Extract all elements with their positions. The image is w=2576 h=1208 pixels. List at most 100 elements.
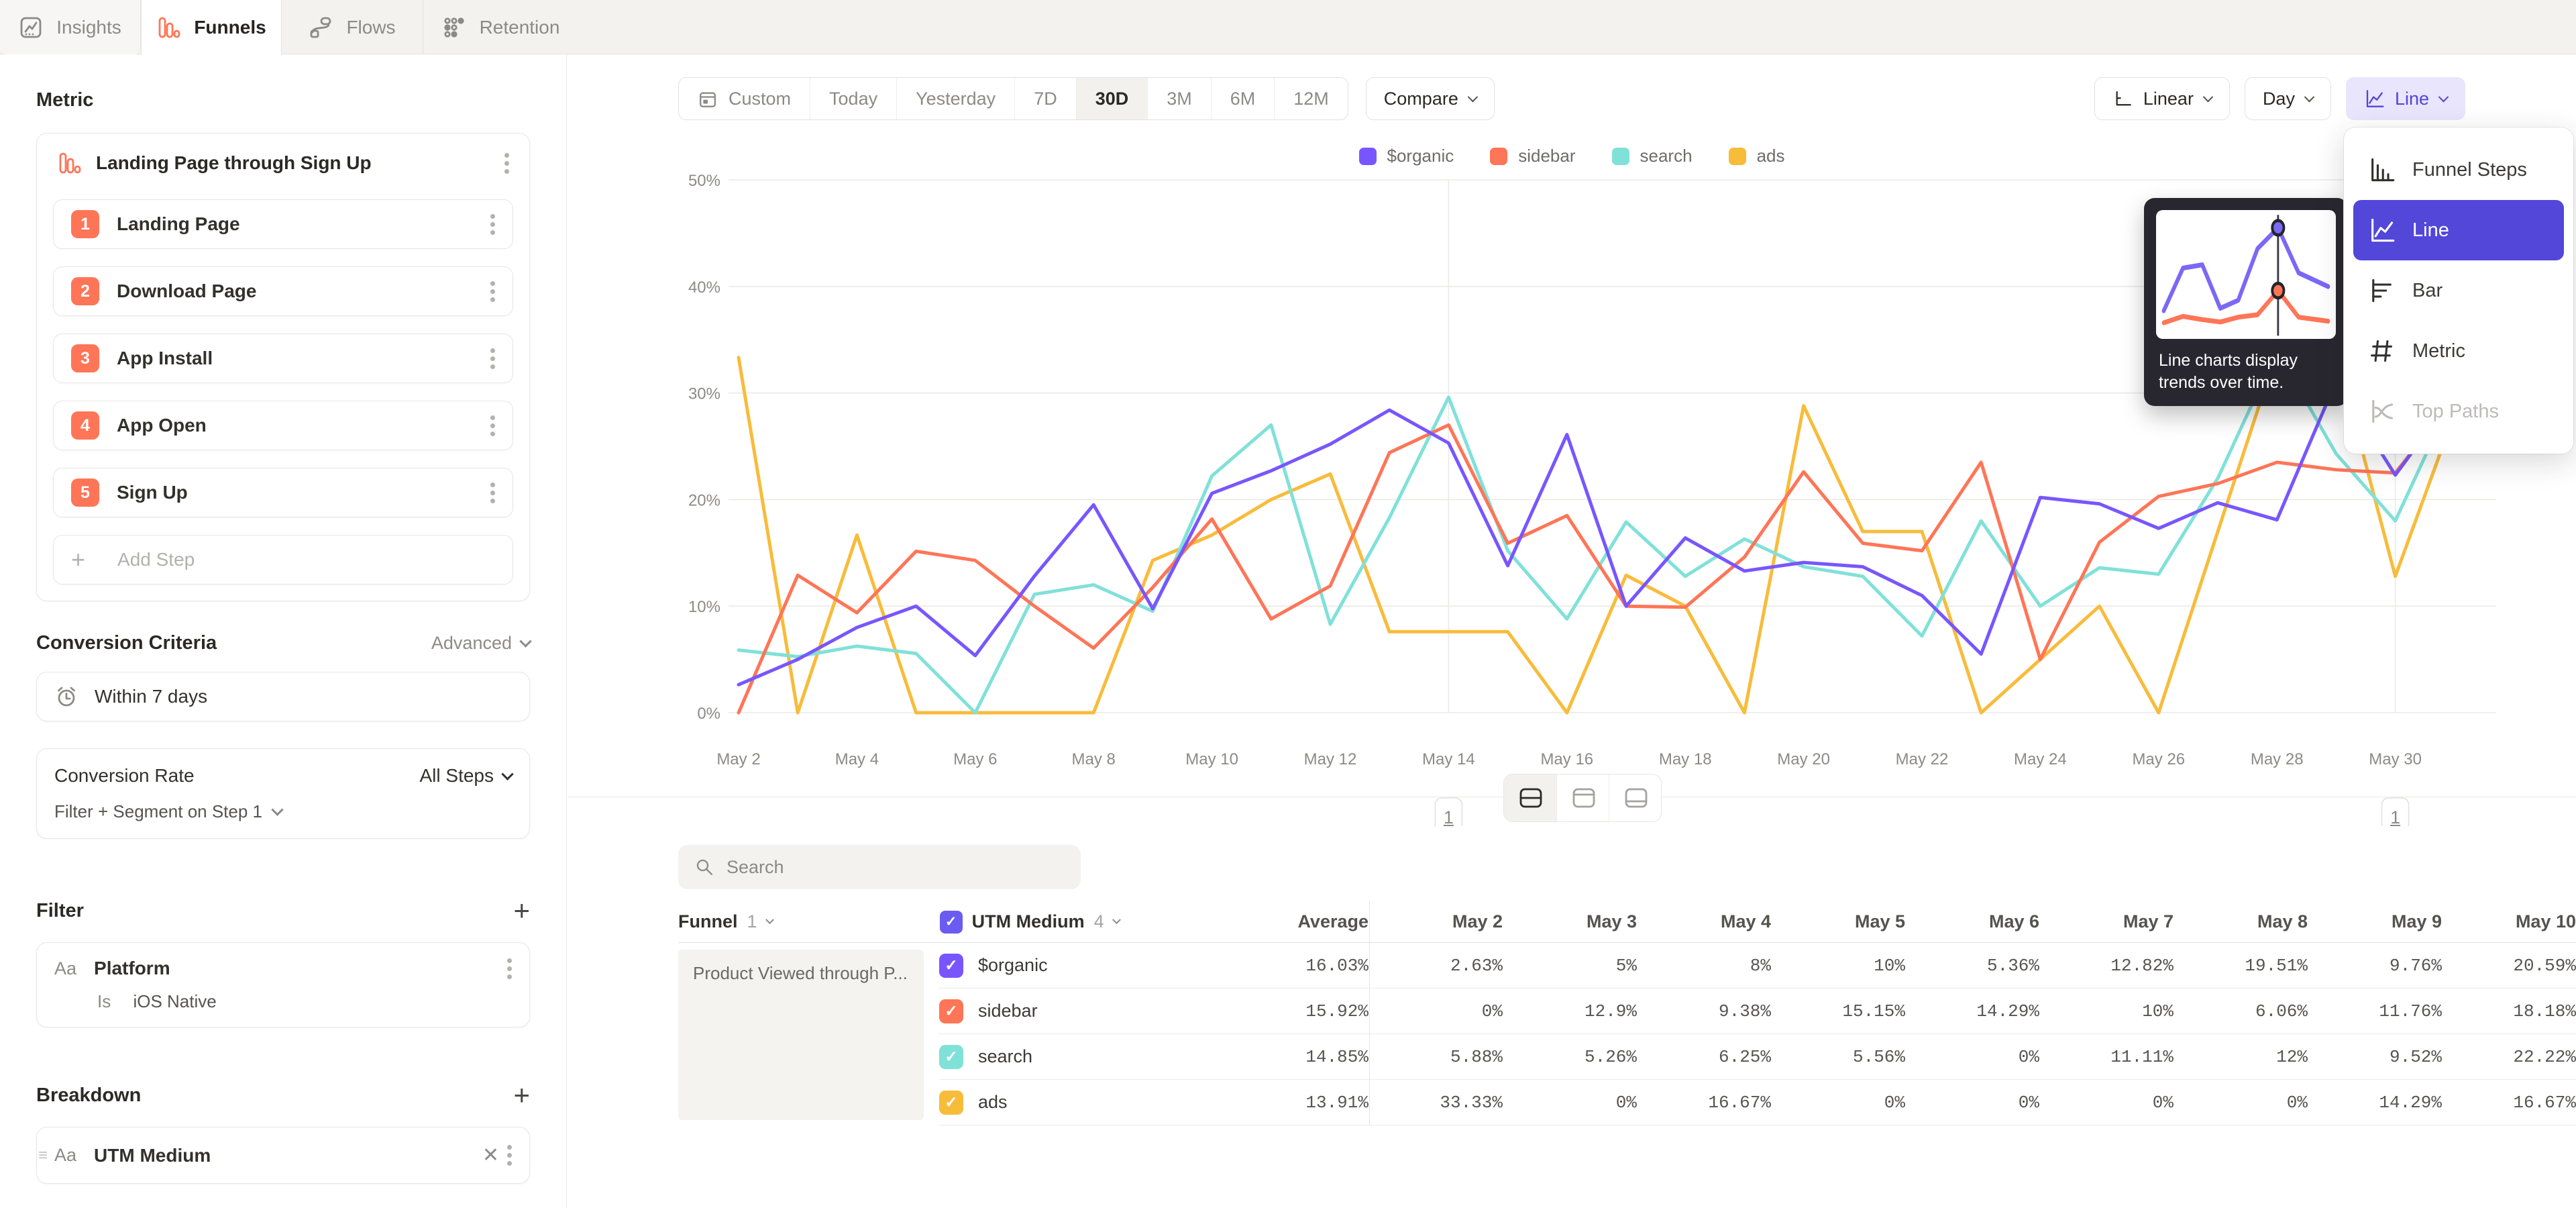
compare-button[interactable]: Compare <box>1366 77 1495 120</box>
menu-item-funnel-steps[interactable]: Funnel Steps <box>2353 140 2564 200</box>
range-option-30d[interactable]: 30D <box>1076 78 1148 119</box>
line-chart-icon <box>2364 89 2384 109</box>
date-column-header[interactable]: May 5 <box>1771 911 1905 932</box>
layout-toggle-chart-only[interactable] <box>1556 774 1609 821</box>
range-option-today[interactable]: Today <box>810 78 896 119</box>
remove-breakdown-icon[interactable]: ✕ <box>482 1144 499 1167</box>
metric-card-header[interactable]: Landing Page through Sign Up <box>53 151 513 182</box>
funnel-cell[interactable]: Product Viewed through P... <box>678 950 924 1120</box>
table-row-search[interactable]: ✓search14.85%5.88%5.26%6.25%5.56%0%11.11… <box>939 1034 2576 1080</box>
tab-insights[interactable]: Insights <box>0 0 141 54</box>
row-checkbox[interactable]: ✓ <box>939 1091 963 1115</box>
segment-dropdown[interactable]: Filter + Segment on Step 1 <box>54 801 512 822</box>
all-steps-dropdown[interactable]: All Steps <box>420 765 513 787</box>
add-breakdown-button[interactable]: + <box>513 1081 530 1109</box>
kebab-menu-icon[interactable] <box>507 966 512 971</box>
menu-item-line[interactable]: Line <box>2353 200 2564 260</box>
kebab-menu-icon[interactable] <box>490 289 495 294</box>
series-line-sidebar[interactable] <box>739 399 2455 713</box>
conversion-criteria-label: Conversion Criteria <box>36 632 217 654</box>
tab-flows[interactable]: Flows <box>282 0 423 54</box>
kebab-menu-icon[interactable] <box>490 423 495 428</box>
svg-text:50%: 50% <box>688 172 720 190</box>
range-option-6m[interactable]: 6M <box>1211 78 1275 119</box>
funnel-header-label: Funnel <box>678 911 738 932</box>
range-option-7d[interactable]: 7D <box>1014 78 1076 119</box>
select-all-checkbox[interactable]: ✓ <box>940 911 963 934</box>
filter-operator[interactable]: Is <box>97 991 111 1011</box>
kebab-menu-icon[interactable] <box>490 222 495 227</box>
row-checkbox[interactable]: ✓ <box>939 999 963 1023</box>
breakdown-utm-card[interactable]: ≡ Aa UTM Medium ✕ <box>36 1127 530 1184</box>
filter-platform-card[interactable]: Aa Platform Is iOS Native <box>36 942 530 1027</box>
menu-item-metric[interactable]: Metric <box>2353 321 2564 381</box>
funnel-step-1[interactable]: 1Landing Page <box>53 199 513 249</box>
conversion-window-card[interactable]: Within 7 days <box>36 672 530 721</box>
legend-item-organic[interactable]: $organic <box>1359 146 1454 166</box>
date-column-header[interactable]: May 8 <box>2174 911 2308 932</box>
add-step-button[interactable]: + Add Step <box>53 535 513 585</box>
scale-dropdown[interactable]: Linear <box>2094 77 2230 120</box>
interval-dropdown[interactable]: Day <box>2245 77 2331 120</box>
drag-handle-icon[interactable]: ≡ <box>38 1146 46 1165</box>
row-checkbox[interactable]: ✓ <box>939 954 963 978</box>
date-column-header[interactable]: May 10 <box>2442 911 2576 932</box>
kebab-menu-icon[interactable] <box>507 1153 512 1158</box>
metric-heading-label: Metric <box>36 89 93 111</box>
range-option-yesterday[interactable]: Yesterday <box>896 78 1014 119</box>
average-value: 15.92% <box>1167 1001 1368 1021</box>
funnel-step-5[interactable]: 5Sign Up <box>53 468 513 517</box>
range-option-3m[interactable]: 3M <box>1147 78 1211 119</box>
search-input[interactable] <box>727 857 1065 878</box>
cell-value: 15.15% <box>1771 1001 1905 1021</box>
menu-item-bar[interactable]: Bar <box>2353 260 2564 321</box>
cell-value: 9.52% <box>2308 1047 2442 1067</box>
metric-icon <box>2368 338 2395 364</box>
legend-item-sidebar[interactable]: sidebar <box>1490 146 1575 166</box>
svg-text:30%: 30% <box>688 385 720 403</box>
legend-swatch <box>1612 148 1629 165</box>
range-label: 7D <box>1034 89 1057 109</box>
row-checkbox[interactable]: ✓ <box>939 1045 963 1069</box>
kebab-menu-icon[interactable] <box>504 161 509 166</box>
cell-value: 6.06% <box>2174 1001 2308 1021</box>
date-column-header[interactable]: May 3 <box>1503 911 1637 932</box>
cell-value: 5.56% <box>1771 1047 1905 1067</box>
chevron-down-icon <box>765 915 774 924</box>
flows-icon <box>309 15 333 40</box>
series-line-organic[interactable] <box>739 381 2455 685</box>
add-filter-button[interactable]: + <box>513 897 530 925</box>
date-column-header[interactable]: May 9 <box>2308 911 2442 932</box>
tab-retention[interactable]: Retention <box>423 0 578 54</box>
funnel-step-3[interactable]: 3App Install <box>53 334 513 383</box>
legend-swatch <box>1359 148 1377 165</box>
funnel-column-header[interactable]: Funnel 1 <box>678 911 940 932</box>
range-option-custom[interactable]: Custom <box>679 78 810 119</box>
layout-bottom-icon <box>1623 786 1648 810</box>
breakdown-column-header[interactable]: ✓ UTM Medium 4 <box>940 911 1168 934</box>
table-row-ads[interactable]: ✓ads13.91%33.33%0%16.67%0%0%0%0%14.29%16… <box>939 1080 2576 1125</box>
table-row-sidebar[interactable]: ✓sidebar15.92%0%12.9%9.38%15.15%14.29%10… <box>939 989 2576 1034</box>
filter-value[interactable]: iOS Native <box>133 991 216 1011</box>
chart-type-dropdown[interactable]: Line <box>2346 77 2465 120</box>
tab-funnels[interactable]: Funnels <box>141 0 282 55</box>
date-column-header[interactable]: May 4 <box>1637 911 1771 932</box>
range-option-12m[interactable]: 12M <box>1274 78 1348 119</box>
date-column-header[interactable]: May 6 <box>1905 911 2039 932</box>
date-column-header[interactable]: May 2 <box>1368 911 1503 932</box>
kebab-menu-icon[interactable] <box>490 356 495 361</box>
layout-toggle-split-view[interactable] <box>1504 774 1556 821</box>
table-search[interactable] <box>678 845 1081 889</box>
layout-toggle-table-only[interactable] <box>1609 774 1661 821</box>
advanced-dropdown[interactable]: Advanced <box>431 633 530 654</box>
legend-item-ads[interactable]: ads <box>1729 146 1785 166</box>
cell-value: 12% <box>2174 1047 2308 1067</box>
date-column-header[interactable]: May 7 <box>2039 911 2174 932</box>
kebab-menu-icon[interactable] <box>490 491 495 495</box>
funnel-step-4[interactable]: 4App Open <box>53 401 513 450</box>
legend-item-search[interactable]: search <box>1612 146 1693 166</box>
funnel-step-2[interactable]: 2Download Page <box>53 266 513 316</box>
average-value: 16.03% <box>1167 956 1368 976</box>
step-label: Landing Page <box>117 213 482 235</box>
table-row-organic[interactable]: ✓$organic16.03%2.63%5%8%10%5.36%12.82%19… <box>939 943 2576 989</box>
